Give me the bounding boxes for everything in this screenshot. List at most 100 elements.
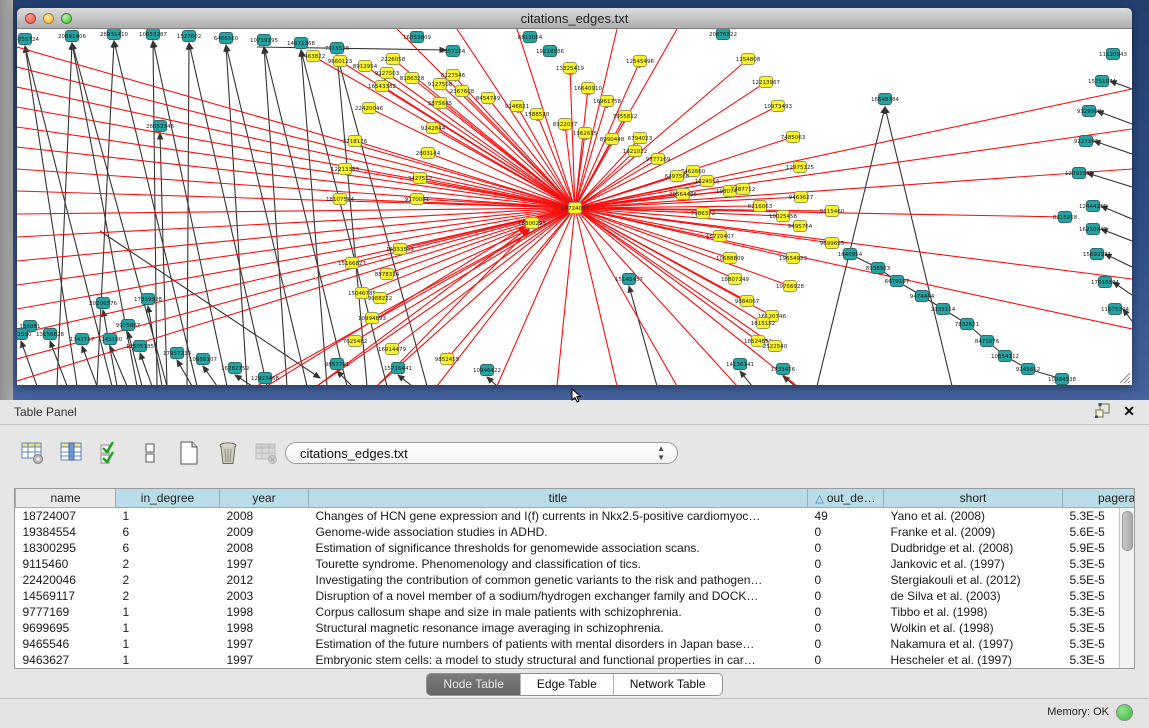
graph-node[interactable]: 1588520 bbox=[525, 109, 550, 120]
table-cell[interactable]: Genome-wide association studies in ADHD. bbox=[309, 524, 808, 540]
table-cell[interactable]: 9463627 bbox=[16, 652, 116, 668]
table-cell[interactable]: Tourette syndrome. Phenomenology and cla… bbox=[309, 556, 808, 572]
graph-node[interactable]: 2935114 bbox=[931, 304, 956, 315]
table-cell[interactable]: Stergiakouli et al. (2012) bbox=[884, 572, 1063, 588]
graph-node[interactable]: 14055724 bbox=[17, 34, 39, 45]
table-cell[interactable]: 14569117 bbox=[16, 588, 116, 604]
graph-node[interactable]: 8127546 bbox=[441, 70, 466, 81]
table-cell[interactable]: 1 bbox=[116, 636, 220, 652]
graph-node[interactable]: 9474444 bbox=[910, 291, 935, 302]
table-cell[interactable]: 0 bbox=[808, 620, 884, 636]
table-cell[interactable]: 1998 bbox=[220, 620, 309, 636]
graph-node[interactable]: 8186328 bbox=[400, 73, 425, 84]
table-cell[interactable]: 6 bbox=[116, 540, 220, 556]
graph-node[interactable]: 15720407 bbox=[706, 231, 734, 242]
table-cell[interactable]: 6 bbox=[116, 524, 220, 540]
column-header-pagerank[interactable]: pagerank bbox=[1063, 489, 1136, 508]
graph-node[interactable]: 8813054 bbox=[518, 32, 543, 43]
graph-node[interactable]: 8215958 bbox=[1053, 212, 1078, 223]
tab-node-table[interactable]: Node Table bbox=[427, 674, 520, 695]
graph-node[interactable]: 9146821 bbox=[505, 101, 530, 112]
graph-node[interactable]: 16543382 bbox=[368, 81, 396, 92]
table-cell[interactable]: 1 bbox=[116, 620, 220, 636]
network-graph[interactable]: 1405572420691406289314101065328715276026… bbox=[17, 29, 1132, 385]
graph-node[interactable]: 8912954 bbox=[353, 61, 378, 72]
graph-node[interactable]: 14136141 bbox=[726, 359, 754, 370]
table-scrollbar-thumb[interactable] bbox=[1122, 511, 1133, 551]
table-cell[interactable]: 0 bbox=[808, 556, 884, 572]
graph-node[interactable]: 20876822 bbox=[709, 29, 737, 40]
graph-node[interactable]: 7485063 bbox=[781, 132, 806, 143]
graph-node[interactable]: 1342737 bbox=[70, 334, 95, 345]
table-cell[interactable]: Disruption of a novel member of a sodium… bbox=[309, 588, 808, 604]
table-cell[interactable]: 2012 bbox=[220, 572, 309, 588]
table-cell[interactable]: 2003 bbox=[220, 588, 309, 604]
graph-node[interactable]: 2718126 bbox=[343, 136, 368, 147]
graph-node[interactable]: 8990448 bbox=[600, 134, 625, 145]
graph-node[interactable]: 12093582 bbox=[1065, 168, 1093, 179]
column-header-title[interactable]: title bbox=[309, 489, 808, 508]
graph-node[interactable]: 10653287 bbox=[139, 29, 167, 40]
column-header-name[interactable]: name bbox=[16, 489, 116, 508]
table-cell[interactable]: Estimation of the future numbers of pati… bbox=[309, 636, 808, 652]
table-cell[interactable]: 49 bbox=[808, 508, 884, 525]
table-row[interactable]: 1456911722003Disruption of a novel membe… bbox=[16, 588, 1136, 604]
table-cell[interactable]: Yano et al. (2008) bbox=[884, 508, 1063, 525]
graph-node[interactable]: 16914479 bbox=[378, 344, 406, 355]
graph-node[interactable]: 16210643 bbox=[1079, 224, 1107, 235]
table-options-icon[interactable] bbox=[20, 440, 46, 466]
graph-node[interactable]: 10946422 bbox=[473, 365, 501, 376]
graph-node[interactable]: 10958107 bbox=[189, 354, 217, 365]
tab-network-table[interactable]: Network Table bbox=[613, 674, 722, 695]
table-cell[interactable]: Changes of HCN gene expression and I(f) … bbox=[309, 508, 808, 525]
close-panel-icon[interactable]: ✕ bbox=[1123, 404, 1135, 418]
table-cell[interactable]: 0 bbox=[808, 604, 884, 620]
graph-node[interactable]: 16053809 bbox=[403, 32, 431, 43]
graph-node[interactable]: 9975887 bbox=[116, 320, 141, 331]
graph-node[interactable]: 11120943 bbox=[1099, 49, 1127, 60]
graph-node[interactable]: 2803144 bbox=[416, 148, 441, 159]
table-cell[interactable]: 0 bbox=[808, 588, 884, 604]
graph-node[interactable]: 10719195 bbox=[250, 35, 278, 46]
graph-node[interactable]: 16961758 bbox=[593, 96, 621, 107]
table-cell[interactable]: 1997 bbox=[220, 652, 309, 668]
graph-node[interactable]: 10688809 bbox=[716, 253, 744, 264]
graph-node[interactable]: 12213967 bbox=[752, 77, 780, 88]
graph-node[interactable]: 15692931 bbox=[1083, 249, 1111, 260]
graph-node[interactable]: 17016504 bbox=[1091, 277, 1119, 288]
graph-node[interactable]: 14671368 bbox=[287, 38, 315, 49]
table-row[interactable]: 1830029562008Estimation of significance … bbox=[16, 540, 1136, 556]
graph-node[interactable]: 7463822 bbox=[301, 51, 326, 62]
graph-node[interactable]: 9660123 bbox=[328, 56, 353, 67]
table-cell[interactable]: 2 bbox=[116, 556, 220, 572]
graph-node[interactable]: 12545496 bbox=[626, 56, 654, 67]
table-cell[interactable]: Nakamura et al. (1997) bbox=[884, 636, 1063, 652]
select-all-columns-icon[interactable] bbox=[98, 440, 124, 466]
table-cell[interactable]: 22420046 bbox=[16, 572, 116, 588]
graph-node[interactable]: 9495764 bbox=[788, 221, 813, 232]
graph-node[interactable]: 8471676 bbox=[975, 336, 1000, 347]
table-select-dropdown[interactable]: citations_edges.txt ▲▼ bbox=[285, 442, 678, 464]
column-header-year[interactable]: year bbox=[220, 489, 309, 508]
delete-table-icon[interactable] bbox=[254, 440, 280, 466]
graph-node[interactable]: 15716441 bbox=[384, 363, 412, 374]
graph-node[interactable]: 13156828 bbox=[36, 329, 64, 340]
graph-node[interactable]: 7515526 bbox=[325, 43, 350, 54]
table-cell[interactable]: 0 bbox=[808, 652, 884, 668]
graph-node[interactable]: 8322037 bbox=[553, 119, 578, 130]
table-cell[interactable]: 0 bbox=[808, 540, 884, 556]
table-cell[interactable]: 2 bbox=[116, 572, 220, 588]
graph-node[interactable]: 11675304 bbox=[1101, 304, 1129, 315]
graph-node[interactable]: 19218586 bbox=[536, 46, 564, 57]
table-row[interactable]: 2242004622012Investigating the contribut… bbox=[16, 572, 1136, 588]
window-resize-grip[interactable] bbox=[1117, 370, 1131, 384]
table-cell[interactable]: Structural magnetic resonance image aver… bbox=[309, 620, 808, 636]
table-cell[interactable]: 9699695 bbox=[16, 620, 116, 636]
table-cell[interactable]: 1997 bbox=[220, 636, 309, 652]
graph-node[interactable]: 19654923 bbox=[779, 253, 807, 264]
table-row[interactable]: 1938455462009Genome-wide association stu… bbox=[16, 524, 1136, 540]
table-cell[interactable]: 2 bbox=[116, 588, 220, 604]
column-header-short[interactable]: short bbox=[884, 489, 1063, 508]
graph-node[interactable]: 1527602 bbox=[177, 31, 202, 42]
table-cell[interactable]: 9465546 bbox=[16, 636, 116, 652]
